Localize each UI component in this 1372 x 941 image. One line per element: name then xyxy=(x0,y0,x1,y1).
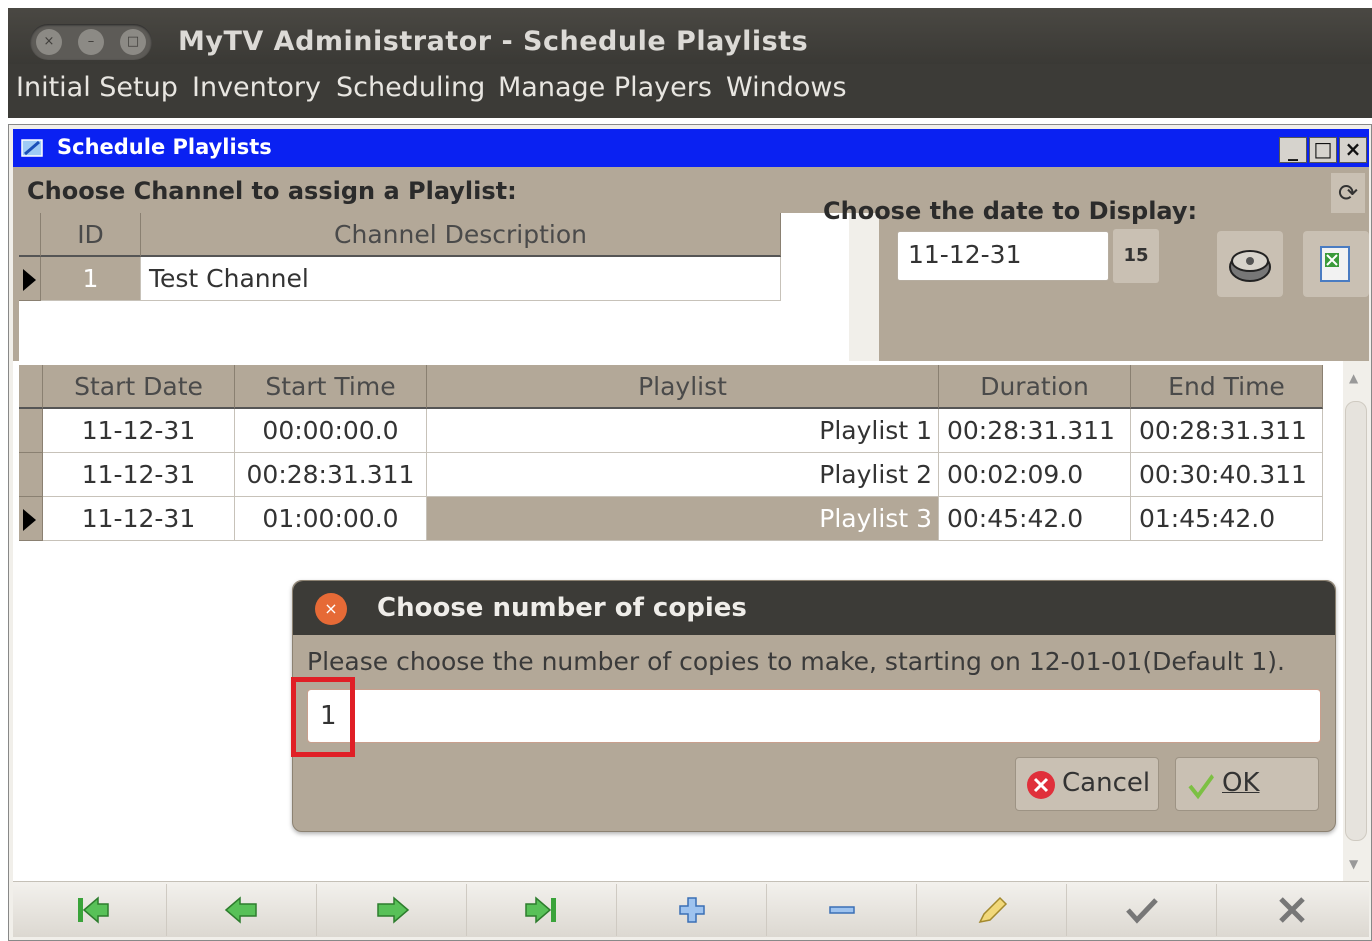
plus-icon xyxy=(679,897,705,923)
column-header-start-date[interactable]: Start Date xyxy=(43,365,235,409)
start-date-cell[interactable]: 11-12-31 xyxy=(43,409,235,453)
post-record-button[interactable] xyxy=(1067,884,1217,936)
start-time-cell[interactable]: 00:28:31.311 xyxy=(235,453,427,497)
app-titlebar: × – □ MyTV Administrator - Schedule Play… xyxy=(8,8,1372,64)
first-record-icon xyxy=(78,896,109,924)
ok-button[interactable]: OK xyxy=(1175,757,1319,811)
scroll-down-icon[interactable]: ▼ xyxy=(1349,857,1358,871)
current-row-arrow-icon xyxy=(23,509,36,531)
dialog-titlebar: × Choose number of copies xyxy=(293,581,1335,635)
cancel-label: Cancel xyxy=(1062,768,1151,798)
current-row-arrow-icon xyxy=(23,269,36,291)
column-header-start-time[interactable]: Start Time xyxy=(235,365,427,409)
previous-record-icon xyxy=(224,896,257,924)
display-schedule-button[interactable] xyxy=(1217,231,1283,297)
cancel-icon xyxy=(1027,771,1055,799)
channel-grid-gutter xyxy=(849,213,879,361)
row-indicator xyxy=(19,497,43,541)
end-time-cell[interactable]: 01:45:42.0 xyxy=(1131,497,1323,541)
start-date-cell[interactable]: 11-12-31 xyxy=(43,453,235,497)
duration-cell[interactable]: 00:02:09.0 xyxy=(939,453,1131,497)
first-record-button[interactable] xyxy=(17,884,167,936)
column-header-id[interactable]: ID xyxy=(41,213,141,257)
insert-record-button[interactable] xyxy=(617,884,767,936)
channel-grid-corner xyxy=(19,213,41,257)
cross-icon xyxy=(1279,897,1305,923)
channel-label: Choose Channel to assign a Playlist: xyxy=(27,177,517,205)
schedule-grid-corner xyxy=(19,365,43,409)
playlist-cell[interactable]: Playlist 2 xyxy=(427,453,939,497)
cancel-button[interactable]: Cancel xyxy=(1015,757,1159,811)
menu-inventory[interactable]: Inventory xyxy=(192,72,321,103)
app-title: MyTV Administrator - Schedule Playlists xyxy=(178,26,809,57)
vertical-scrollbar[interactable]: ▲ ▼ xyxy=(1343,361,1369,881)
row-indicator xyxy=(19,453,43,497)
duration-cell[interactable]: 00:28:31.311 xyxy=(939,409,1131,453)
menu-manage-players[interactable]: Manage Players xyxy=(498,72,712,103)
channel-row-indicator xyxy=(19,257,41,301)
playlist-cell-selected[interactable]: Playlist 3 xyxy=(427,497,939,541)
disk-drive-icon xyxy=(1229,250,1271,282)
refresh-icon[interactable]: ⟳ xyxy=(1331,173,1365,213)
close-window-button[interactable]: × xyxy=(36,29,62,55)
ok-label: OK xyxy=(1222,768,1260,798)
copies-input[interactable] xyxy=(307,689,1321,743)
edit-record-button[interactable] xyxy=(917,884,1067,936)
last-record-icon xyxy=(525,896,556,924)
duration-cell[interactable]: 00:45:42.0 xyxy=(939,497,1131,541)
menu-windows[interactable]: Windows xyxy=(726,72,847,103)
date-field[interactable]: 11-12-31 xyxy=(897,231,1109,281)
dialog-title: Choose number of copies xyxy=(377,593,747,623)
calendar-button[interactable]: 15 xyxy=(1113,229,1159,283)
delete-record-button[interactable] xyxy=(767,884,917,936)
channel-id-cell[interactable]: 1 xyxy=(41,257,141,301)
pencil-icon xyxy=(978,896,1008,924)
schedule-window-icon xyxy=(21,139,43,157)
input-highlight-box xyxy=(291,677,355,757)
spreadsheet-icon xyxy=(1320,246,1350,282)
channel-grid: ID Channel Description 1 Test Channel xyxy=(19,213,849,361)
top-panel: Choose Channel to assign a Playlist: ID … xyxy=(13,167,1369,361)
start-time-cell[interactable]: 00:00:00.0 xyxy=(235,409,427,453)
next-record-button[interactable] xyxy=(317,884,467,936)
column-header-duration[interactable]: Duration xyxy=(939,365,1131,409)
inner-titlebar: Schedule Playlists _ □ × xyxy=(13,129,1369,167)
maximize-icon[interactable]: □ xyxy=(1309,137,1337,163)
ok-check-icon xyxy=(1188,772,1216,800)
end-time-cell[interactable]: 00:30:40.311 xyxy=(1131,453,1323,497)
scroll-up-icon[interactable]: ▲ xyxy=(1349,371,1358,385)
last-record-button[interactable] xyxy=(467,884,617,936)
menu-initial-setup[interactable]: Initial Setup xyxy=(16,72,178,103)
playlist-cell[interactable]: Playlist 1 xyxy=(427,409,939,453)
channel-description-cell[interactable]: Test Channel xyxy=(141,257,781,301)
menu-scheduling[interactable]: Scheduling xyxy=(336,72,485,103)
dialog-close-icon[interactable]: × xyxy=(315,593,347,625)
checkmark-icon xyxy=(1126,898,1158,924)
row-indicator xyxy=(19,409,43,453)
record-navigator xyxy=(13,881,1369,937)
close-icon[interactable]: × xyxy=(1339,137,1367,163)
minus-icon xyxy=(829,906,855,914)
copies-dialog: × Choose number of copies Please choose … xyxy=(291,580,1336,832)
maximize-window-button[interactable]: □ xyxy=(120,29,146,55)
menubar: Initial Setup Inventory Scheduling Manag… xyxy=(8,64,1372,118)
column-header-end-time[interactable]: End Time xyxy=(1131,365,1323,409)
start-time-cell[interactable]: 01:00:00.0 xyxy=(235,497,427,541)
scrollbar-thumb[interactable] xyxy=(1345,401,1367,841)
end-time-cell[interactable]: 00:28:31.311 xyxy=(1131,409,1323,453)
cancel-edit-button[interactable] xyxy=(1217,884,1367,936)
start-date-cell[interactable]: 11-12-31 xyxy=(43,497,235,541)
column-header-channel-description[interactable]: Channel Description xyxy=(141,213,781,257)
export-spreadsheet-button[interactable] xyxy=(1303,231,1369,297)
dialog-message: Please choose the number of copies to ma… xyxy=(307,647,1285,676)
next-record-icon xyxy=(377,896,410,924)
window-controls: × – □ xyxy=(30,24,152,60)
column-header-playlist[interactable]: Playlist xyxy=(427,365,939,409)
date-label: Choose the date to Display: xyxy=(823,197,1198,225)
minimize-window-button[interactable]: – xyxy=(78,29,104,55)
previous-record-button[interactable] xyxy=(167,884,317,936)
minimize-icon[interactable]: _ xyxy=(1279,137,1307,163)
inner-window-title: Schedule Playlists xyxy=(57,135,272,159)
